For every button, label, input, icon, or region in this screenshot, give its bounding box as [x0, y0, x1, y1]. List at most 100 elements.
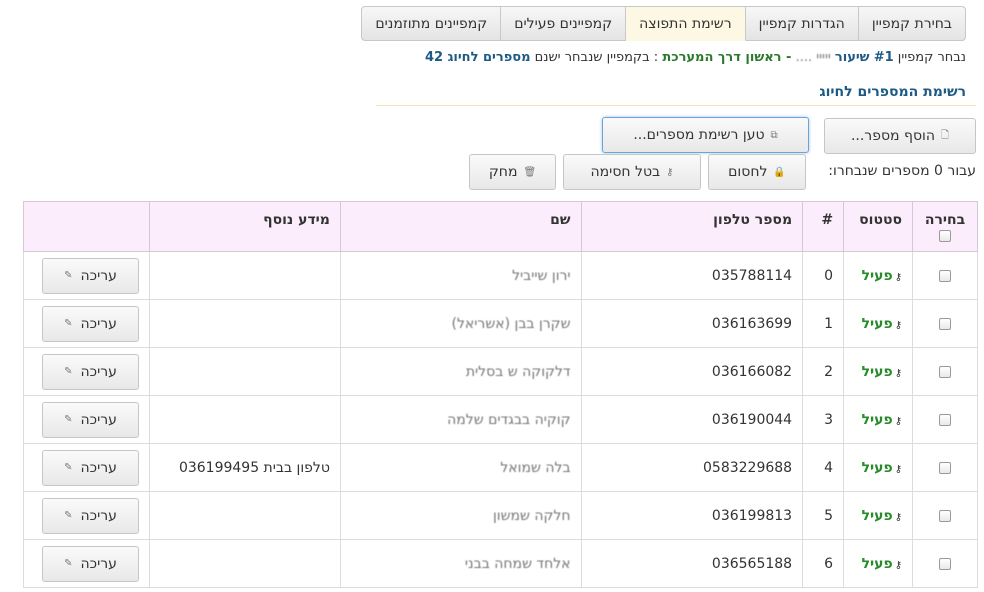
pencil-icon: ✎: [64, 270, 73, 281]
tab-select-campaign[interactable]: בחירת קמפיין: [857, 6, 966, 41]
info-cell: [149, 491, 341, 540]
name-value: חלקה שמשון: [492, 507, 571, 524]
select-all-checkbox[interactable]: [939, 230, 951, 242]
row-checkbox[interactable]: [939, 509, 951, 522]
row-select-cell: [912, 491, 978, 540]
unlock-icon: ⚷: [894, 319, 903, 331]
edit-label: עריכה: [80, 363, 117, 380]
delete-label: מחק: [488, 164, 518, 180]
row-number: 1: [802, 299, 845, 348]
pencil-icon: ✎: [64, 318, 73, 329]
edit-button[interactable]: עריכה ✎: [42, 305, 140, 342]
row-checkbox[interactable]: [939, 557, 951, 570]
tab-active-campaigns[interactable]: קמפיינים פעילים: [500, 6, 627, 41]
edit-button[interactable]: עריכה ✎: [42, 449, 140, 486]
header-select-label: בחירה: [924, 212, 966, 228]
phone-cell: 036166082: [580, 347, 804, 396]
table-row: ⚷פעיל 2 036166082 דלקוקה ש בסלית עריכה ✎: [22, 347, 978, 396]
row-select-cell: [912, 443, 978, 492]
table-header-row: בחירה סטטוס # מספר טלפון שם מידע נוסף: [22, 201, 978, 252]
campaign-channel: - ראשון דרך המערכת: [662, 50, 792, 65]
tab-campaign-settings[interactable]: הגדרות קמפיין: [744, 6, 859, 41]
row-checkbox[interactable]: [939, 461, 951, 474]
info-cell: [149, 347, 341, 396]
delete-button[interactable]: 🗑 מחק: [469, 154, 556, 190]
row-number: 3: [802, 395, 845, 444]
row-select-cell: [912, 347, 978, 396]
unlock-icon: ⚷: [894, 463, 903, 475]
tab-scheduled-campaigns[interactable]: קמפיינים מתוזמנים: [361, 6, 502, 41]
campaign-number: #1: [873, 50, 894, 65]
name-value: אלחד שמחה בבני: [464, 555, 571, 572]
section-title: רשימת המספרים לחיוג: [819, 84, 966, 100]
tab-distribution-list[interactable]: רשימת התפוצה: [625, 6, 746, 41]
table-row: ⚷פעיל 6 036565188 אלחד שמחה בבני עריכה ✎: [22, 539, 978, 588]
table-row: ⚷פעיל 3 036190044 קוקיה בבגדים שלמה עריכה ✎: [22, 395, 978, 444]
pencil-icon: ✎: [64, 366, 73, 377]
name-cell: אלחד שמחה בבני: [339, 539, 582, 588]
block-label: לחסום: [728, 164, 768, 180]
unlock-icon: ⚷: [894, 559, 903, 571]
status-cell: ⚷פעיל: [843, 251, 914, 300]
name-cell: שקרן בבן (אשריאל): [339, 299, 582, 348]
status-cell: ⚷פעיל: [843, 347, 914, 396]
numbers-table: בחירה סטטוס # מספר טלפון שם מידע נוסף ⚷פ…: [22, 201, 978, 588]
phone-cell: 0583229688: [580, 443, 804, 492]
name-value: ירון שייביל: [512, 267, 571, 284]
phone-cell: 035788114: [580, 251, 804, 300]
name-value: שקרן בבן (אשריאל): [451, 315, 571, 332]
add-number-label: הוסף מספר...: [850, 128, 935, 144]
name-cell: חלקה שמשון: [339, 491, 582, 540]
row-select-cell: [912, 299, 978, 348]
edit-button[interactable]: עריכה ✎: [42, 401, 140, 438]
edit-cell: עריכה ✎: [22, 443, 151, 492]
edit-label: עריכה: [80, 507, 117, 524]
edit-label: עריכה: [80, 459, 117, 476]
edit-button[interactable]: עריכה ✎: [42, 257, 140, 294]
edit-cell: עריכה ✎: [22, 251, 151, 300]
row-number: 2: [802, 347, 845, 396]
table-row: ⚷פעיל 0 035788114 ירון שייביל עריכה ✎: [22, 251, 978, 300]
pencil-icon: ✎: [64, 510, 73, 521]
status-cell: ⚷פעיל: [843, 539, 914, 588]
name-value: דלקוקה ש בסלית: [465, 363, 571, 380]
add-number-button[interactable]: 🗋 הוסף מספר...: [824, 118, 976, 154]
edit-button[interactable]: עריכה ✎: [42, 497, 140, 534]
name-value: בלה שמואל: [500, 459, 571, 476]
unlock-icon: ⚷: [894, 415, 903, 427]
status-cell: ⚷פעיל: [843, 299, 914, 348]
table-row: ⚷פעיל 1 036163699 שקרן בבן (אשריאל) עריכה ✎: [22, 299, 978, 348]
phone-cell: 036565188: [580, 539, 804, 588]
edit-label: עריכה: [80, 411, 117, 428]
header-name: שם: [339, 201, 582, 252]
edit-cell: עריכה ✎: [22, 395, 151, 444]
campaign-prefix: נבחר קמפיין: [897, 50, 966, 65]
row-number: 6: [802, 539, 845, 588]
phone-cell: 036190044: [580, 395, 804, 444]
status-badge: פעיל: [861, 315, 893, 332]
table-row: ⚷פעיל 5 036199813 חלקה שמשון עריכה ✎: [22, 491, 978, 540]
name-value: קוקיה בבגדים שלמה: [447, 411, 571, 428]
upload-icon: ⧉: [770, 129, 778, 141]
load-list-button[interactable]: ⧉ טען רשימת מספרים...: [602, 117, 809, 153]
row-checkbox[interactable]: [939, 365, 951, 378]
campaign-info: נבחר קמפיין #1 שיעור ייייי .... - ראשון …: [286, 50, 966, 65]
block-button[interactable]: 🔒 לחסום: [708, 154, 806, 190]
edit-cell: עריכה ✎: [22, 539, 151, 588]
row-select-cell: [912, 539, 978, 588]
info-cell: [149, 299, 341, 348]
unlock-icon: ⚷: [894, 271, 903, 283]
unblock-button[interactable]: ⚷ בטל חסימה: [563, 154, 701, 190]
info-cell: [149, 251, 341, 300]
edit-button[interactable]: עריכה ✎: [42, 353, 140, 390]
row-checkbox[interactable]: [939, 413, 951, 426]
campaign-name: שיעור: [834, 50, 870, 65]
row-number: 0: [802, 251, 845, 300]
unblock-label: בטל חסימה: [590, 164, 661, 180]
name-cell: בלה שמואל: [339, 443, 582, 492]
status-badge: פעיל: [861, 555, 893, 572]
edit-button[interactable]: עריכה ✎: [42, 545, 140, 582]
info-cell: [149, 395, 341, 444]
row-checkbox[interactable]: [939, 317, 951, 330]
row-checkbox[interactable]: [939, 269, 951, 282]
